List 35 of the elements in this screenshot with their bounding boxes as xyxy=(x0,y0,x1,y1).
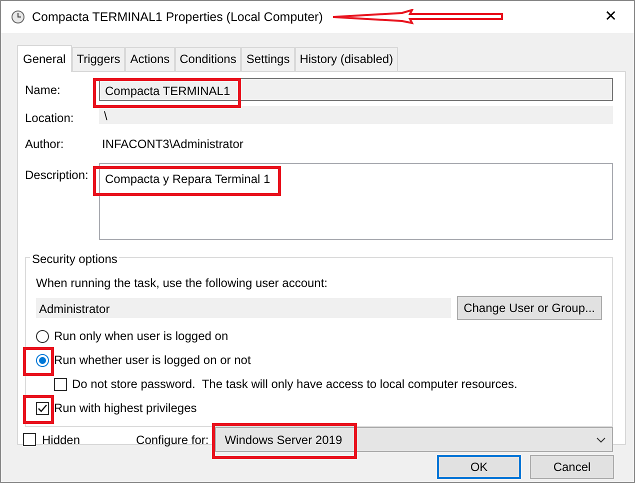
tab[interactable]: Actions xyxy=(125,47,175,71)
change-user-button[interactable]: Change User or Group... xyxy=(456,296,602,320)
radio-button[interactable] xyxy=(36,354,49,366)
field-label: Description: xyxy=(25,167,90,184)
window-title: Compacta TERMINAL1 Properties (Local Computer) xyxy=(32,8,323,26)
field-label: Configure for: xyxy=(136,432,209,448)
checkbox[interactable] xyxy=(54,378,67,390)
location-field: \ xyxy=(99,106,613,124)
checkbox-label: Hidden xyxy=(42,432,80,448)
option-label: Run with highest privileges xyxy=(54,400,197,417)
checkbox[interactable] xyxy=(23,433,36,446)
tab[interactable]: History (disabled) xyxy=(294,47,398,71)
option-label: Do not store password. The task will only have access to local computer resources. xyxy=(72,376,518,393)
tab[interactable]: Settings xyxy=(241,47,295,71)
name-field[interactable]: Compacta TERMINAL1 xyxy=(99,78,613,101)
option-label: Run only when user is logged on xyxy=(54,328,228,345)
field-label: Location: xyxy=(25,110,75,127)
option-label: Run whether user is logged on or not xyxy=(54,352,251,369)
cancel-button[interactable]: Cancel xyxy=(530,455,614,479)
checkbox[interactable] xyxy=(36,402,49,414)
description-field[interactable]: Compacta y Repara Terminal 1 xyxy=(99,163,613,240)
field-label: Name: xyxy=(25,82,62,99)
tab[interactable]: Triggers xyxy=(72,47,126,71)
field-label: Author: xyxy=(25,136,65,153)
tab[interactable]: Conditions xyxy=(174,47,242,71)
account-field: Administrator xyxy=(36,298,451,318)
radio-button[interactable] xyxy=(36,330,49,342)
account-prompt: When running the task, use the following user account: xyxy=(36,275,329,292)
close-button[interactable]: ✕ xyxy=(588,1,634,33)
configure-dropdown[interactable]: Windows Server 2019 xyxy=(214,427,613,452)
caret-icon xyxy=(596,436,606,442)
author-value: INFACONT3\Administrator xyxy=(101,136,244,153)
clock-icon xyxy=(11,10,25,24)
tab[interactable]: General xyxy=(17,45,72,72)
ok-button[interactable]: OK xyxy=(437,455,521,479)
